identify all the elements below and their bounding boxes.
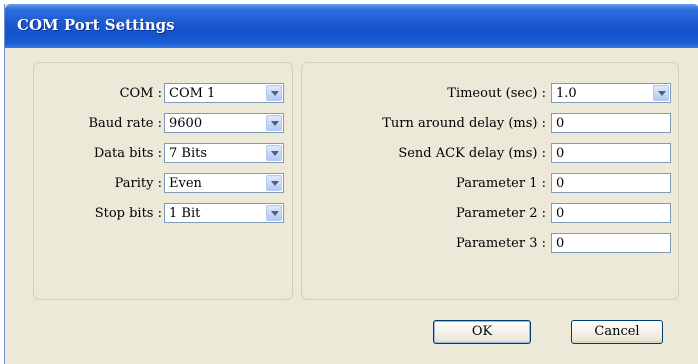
turnaround-row: Turn around delay (ms) : 0 bbox=[302, 113, 678, 135]
send-ack-delay-label: Send ACK delay (ms) : bbox=[398, 146, 546, 161]
dialog-window: COM Port Settings COM : COM 1 Baud rate … bbox=[4, 4, 698, 364]
chevron-down-icon[interactable] bbox=[266, 175, 282, 191]
ok-button[interactable]: OK bbox=[433, 320, 531, 344]
title-bar[interactable]: COM Port Settings bbox=[5, 4, 698, 48]
com-label: COM : bbox=[119, 86, 162, 101]
parameter-1-row: Parameter 1 : 0 bbox=[302, 173, 678, 195]
chevron-down-icon[interactable] bbox=[266, 115, 282, 131]
parameter-2-label: Parameter 2 : bbox=[456, 206, 546, 221]
parity-value: Even bbox=[169, 176, 202, 191]
timeout-row: Timeout (sec) : 1.0 bbox=[302, 83, 678, 105]
parameter-2-input[interactable]: 0 bbox=[551, 203, 671, 223]
turnaround-delay-label: Turn around delay (ms) : bbox=[382, 116, 546, 131]
parameter-1-label: Parameter 1 : bbox=[456, 176, 546, 191]
timeout-select[interactable]: 1.0 bbox=[551, 83, 671, 103]
data-bits-row: Data bits : 7 Bits bbox=[34, 143, 292, 165]
parameter-3-label: Parameter 3 : bbox=[456, 236, 546, 251]
stop-bits-value: 1 Bit bbox=[169, 206, 201, 221]
data-bits-value: 7 Bits bbox=[169, 146, 208, 161]
cancel-button[interactable]: Cancel bbox=[571, 320, 663, 344]
turnaround-delay-input[interactable]: 0 bbox=[551, 113, 671, 133]
com-row: COM : COM 1 bbox=[34, 83, 292, 105]
com-select[interactable]: COM 1 bbox=[164, 83, 284, 103]
baud-rate-value: 9600 bbox=[169, 116, 203, 131]
chevron-down-icon[interactable] bbox=[653, 85, 669, 101]
stop-bits-select[interactable]: 1 Bit bbox=[164, 203, 284, 223]
stop-bits-label: Stop bits : bbox=[94, 206, 162, 221]
serial-settings-panel: COM : COM 1 Baud rate : 9600 Data bits :… bbox=[33, 62, 293, 300]
send-ack-row: Send ACK delay (ms) : 0 bbox=[302, 143, 678, 165]
com-value: COM 1 bbox=[169, 86, 216, 101]
timeout-value: 1.0 bbox=[556, 86, 577, 101]
baud-rate-select[interactable]: 9600 bbox=[164, 113, 284, 133]
parameter-2-row: Parameter 2 : 0 bbox=[302, 203, 678, 225]
protocol-settings-panel: Timeout (sec) : 1.0 Turn around delay (m… bbox=[301, 62, 679, 300]
window-title: COM Port Settings bbox=[17, 16, 175, 34]
baud-rate-label: Baud rate : bbox=[88, 116, 162, 131]
stop-bits-row: Stop bits : 1 Bit bbox=[34, 203, 292, 225]
send-ack-delay-input[interactable]: 0 bbox=[551, 143, 671, 163]
parameter-1-input[interactable]: 0 bbox=[551, 173, 671, 193]
parity-label: Parity : bbox=[114, 176, 162, 191]
baud-row: Baud rate : 9600 bbox=[34, 113, 292, 135]
parity-select[interactable]: Even bbox=[164, 173, 284, 193]
chevron-down-icon[interactable] bbox=[266, 85, 282, 101]
parity-row: Parity : Even bbox=[34, 173, 292, 195]
timeout-label: Timeout (sec) : bbox=[447, 86, 546, 101]
parameter-3-row: Parameter 3 : 0 bbox=[302, 233, 678, 255]
parameter-3-input[interactable]: 0 bbox=[551, 233, 671, 253]
chevron-down-icon[interactable] bbox=[266, 145, 282, 161]
chevron-down-icon[interactable] bbox=[266, 205, 282, 221]
data-bits-label: Data bits : bbox=[93, 146, 162, 161]
data-bits-select[interactable]: 7 Bits bbox=[164, 143, 284, 163]
